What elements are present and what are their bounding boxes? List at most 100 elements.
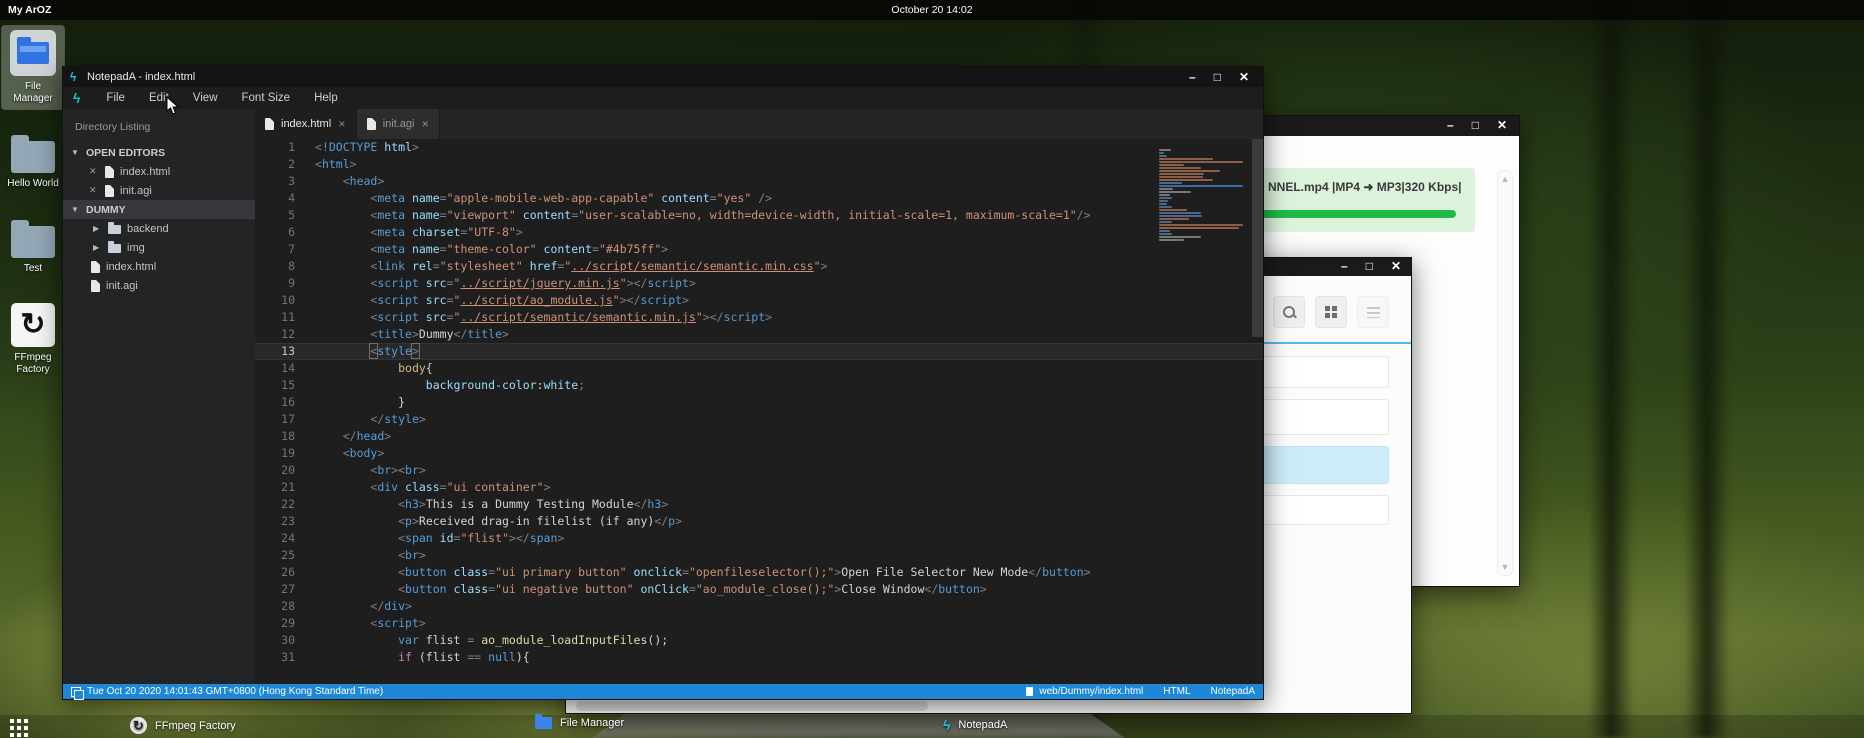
code-text: <div class="ui container"> — [315, 479, 550, 496]
close-tab-icon[interactable]: ✕ — [421, 119, 429, 130]
line-number: 25 — [255, 547, 315, 564]
search-icon — [1283, 306, 1295, 318]
code-text: body{ — [315, 360, 433, 377]
close-icon[interactable]: ✕ — [1239, 70, 1249, 84]
line-number: 22 — [255, 496, 315, 513]
code-text: <meta name="theme-color" content="#4b75f… — [315, 241, 668, 258]
statusbar-language[interactable]: HTML — [1163, 686, 1190, 697]
minimap-line — [1159, 215, 1202, 217]
minimap[interactable] — [1159, 149, 1247, 241]
tree-item-init-agi[interactable]: init.agi — [63, 276, 255, 295]
list-view-button[interactable] — [1357, 296, 1389, 328]
minimap-line — [1159, 212, 1201, 214]
code-text: <meta charset="UTF-8"> — [315, 224, 523, 241]
code-text: <title>Dummy</title> — [315, 326, 509, 343]
close-icon[interactable]: ✕ — [1391, 259, 1401, 273]
tab-init-agi[interactable]: init.agi✕ — [357, 109, 440, 139]
desktop-icon-label: FFmpeg Factory — [4, 352, 62, 376]
line-number: 6 — [255, 224, 315, 241]
code-line-20: 20 <br><br> — [255, 462, 1263, 479]
minimap-line — [1159, 188, 1173, 190]
minimap-line — [1159, 158, 1213, 160]
code-line-13: 13 <style> — [255, 343, 1263, 360]
taskbar-item-notepada[interactable]: ϟNotepadA — [943, 717, 1007, 733]
tree-item-backend[interactable]: ▶backend — [63, 219, 255, 238]
desktop-icon-hello-world[interactable]: Hello World — [2, 129, 64, 194]
code-text: var flist = ao_module_loadInputFiles(); — [315, 632, 668, 649]
line-number: 19 — [255, 445, 315, 462]
code-text: <html> — [315, 156, 357, 173]
scroll-down-icon[interactable]: ▼ — [1501, 562, 1510, 572]
tab-index-html[interactable]: index.html✕ — [255, 109, 357, 139]
tree-item-index-html[interactable]: index.html — [63, 257, 255, 276]
code-line-9: 9 <script src="../script/jquery.min.js">… — [255, 275, 1263, 292]
maximize-icon[interactable]: □ — [1366, 259, 1373, 273]
code-text: <br><br> — [315, 462, 426, 479]
menu-file[interactable]: File — [94, 87, 137, 109]
conversion-task-label: NNEL.mp4 |MP4 ➜ MP3|320 Kbps| — [1268, 180, 1462, 194]
grid-view-button[interactable] — [1315, 296, 1347, 328]
maximize-icon[interactable]: □ — [1214, 70, 1221, 84]
desktop-icon-ffmpeg-factory[interactable]: ↻FFmpeg Factory — [2, 299, 64, 380]
app-launcher-icon[interactable] — [10, 719, 14, 723]
notepad-sidebar: Directory Listing ▼OPEN EDITORS✕index.ht… — [63, 109, 255, 684]
taskbar-item-file-manager[interactable]: File Manager — [535, 717, 624, 729]
ffmpeg-scrollbar[interactable]: ▲ ▼ — [1497, 170, 1513, 576]
notepad-menubar: ϟ FileEditViewFont SizeHelp — [63, 87, 1263, 109]
mouse-cursor — [166, 96, 180, 121]
tree-section-open-editors[interactable]: ▼OPEN EDITORS — [63, 143, 255, 162]
minimap-line — [1159, 236, 1201, 238]
close-item-icon[interactable]: ✕ — [89, 166, 99, 177]
horizontal-scrollbar[interactable] — [576, 701, 928, 711]
close-icon[interactable]: ✕ — [1497, 118, 1507, 132]
minimap-line — [1159, 164, 1184, 166]
minimize-icon[interactable]: – — [1189, 70, 1196, 84]
editor-scrollbar[interactable] — [1252, 139, 1263, 337]
code-editor[interactable]: 1<!DOCTYPE html>2<html>3 <head>4 <meta n… — [255, 139, 1263, 684]
tree-item-img[interactable]: ▶img — [63, 238, 255, 257]
code-text: <head> — [315, 173, 384, 190]
scroll-up-icon[interactable]: ▲ — [1501, 174, 1510, 184]
minimap-line — [1159, 230, 1170, 232]
minimap-line — [1159, 221, 1172, 223]
notepad-titlebar[interactable]: ϟ NotepadA - index.html – □ ✕ — [63, 67, 1263, 87]
tree-item-index-html[interactable]: ✕ index.html — [63, 162, 255, 181]
menu-font-size[interactable]: Font Size — [230, 87, 303, 109]
close-item-icon[interactable]: ✕ — [89, 185, 99, 196]
minimap-line — [1159, 155, 1167, 157]
minimap-line — [1159, 182, 1182, 184]
taskbar-item-ffmpeg-factory[interactable]: ↻FFmpeg Factory — [130, 717, 236, 734]
menu-help[interactable]: Help — [302, 87, 350, 109]
maximize-icon[interactable]: □ — [1472, 118, 1479, 132]
code-line-24: 24 <span id="flist"></span> — [255, 530, 1263, 547]
line-number: 10 — [255, 292, 315, 309]
menu-view[interactable]: View — [181, 87, 230, 109]
taskbar-item-label: File Manager — [560, 717, 624, 729]
search-button[interactable] — [1273, 296, 1305, 328]
minimize-icon[interactable]: – — [1447, 118, 1454, 132]
code-text: <h3>This is a Dummy Testing Module</h3> — [315, 496, 668, 513]
tree-item-label: index.html — [120, 166, 170, 178]
code-text: <script> — [315, 615, 426, 632]
code-line-15: 15 background-color:white; — [255, 377, 1263, 394]
minimap-line — [1159, 206, 1172, 208]
minimap-line — [1159, 194, 1170, 196]
tree-trunk — [1684, 0, 1730, 738]
desktop-icon-file-manager[interactable]: File Manager — [2, 26, 64, 109]
desktop-icon-column: File Manager Hello World Test ↻FFmpeg Facto… — [2, 26, 64, 380]
window-notepada[interactable]: ϟ NotepadA - index.html – □ ✕ ϟ FileEdit… — [62, 66, 1264, 700]
statusbar-filepath[interactable]: web/Dummy/index.html — [1039, 686, 1143, 697]
code-line-27: 27 <button class="ui negative button" on… — [255, 581, 1263, 598]
code-line-14: 14 body{ — [255, 360, 1263, 377]
tree-item-init-agi[interactable]: ✕init.agi — [63, 181, 255, 200]
close-tab-icon[interactable]: ✕ — [338, 119, 346, 130]
code-line-29: 29 <script> — [255, 615, 1263, 632]
tree-collapsed-icon: ▶ — [93, 224, 102, 233]
desktop-icon-test[interactable]: Test — [2, 214, 64, 279]
file-icon — [265, 118, 274, 130]
window-title: NotepadA - index.html — [87, 71, 195, 83]
files-window-controls: – □ ✕ — [1341, 259, 1401, 273]
code-line-8: 8 <link rel="stylesheet" href="../script… — [255, 258, 1263, 275]
tree-section-dummy[interactable]: ▼DUMMY — [63, 200, 255, 219]
minimize-icon[interactable]: – — [1341, 259, 1348, 273]
